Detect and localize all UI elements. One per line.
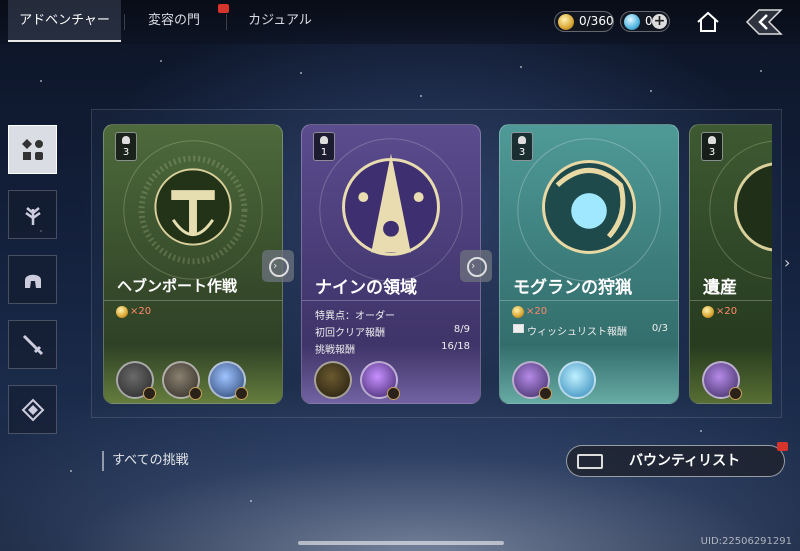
- card-title: ナインの領域: [315, 278, 417, 298]
- wishlist-reward-label: ウィッシュリスト報酬: [527, 327, 627, 338]
- tier-badge: 3: [701, 132, 723, 161]
- sword-icon: [22, 334, 44, 356]
- tier-number: 3: [122, 147, 130, 158]
- card-clip: 3 遺産 ×20: [689, 124, 772, 404]
- tier-badge: 3: [511, 132, 533, 161]
- bounty-list-button[interactable]: バウンティリスト: [566, 442, 788, 477]
- notification-badge: [218, 4, 229, 13]
- divider: [104, 300, 282, 301]
- cost: ×20: [512, 306, 547, 318]
- add-currency-button[interactable]: +: [652, 14, 667, 29]
- user-id: UID:22506291291: [700, 536, 792, 547]
- reward-item[interactable]: [208, 361, 248, 400]
- bounty-list-label: バウンティリスト: [629, 453, 741, 469]
- reward-item[interactable]: [116, 361, 156, 400]
- diamond-emblem-icon: [21, 398, 45, 422]
- wheat-icon: [25, 207, 41, 225]
- tab-casual[interactable]: カジュアル: [232, 0, 328, 42]
- sidebar-item-weapons[interactable]: [8, 320, 57, 369]
- helmet-icon: [25, 274, 41, 288]
- cost: ×20: [116, 306, 151, 318]
- home-indicator[interactable]: [298, 541, 504, 545]
- gold-coin-icon: [702, 306, 714, 318]
- tab-divider: [124, 14, 125, 30]
- divider: [690, 300, 772, 301]
- wishlist-reward-value: 0/3: [651, 323, 668, 334]
- card-title: ヘブンポート作戦: [117, 277, 238, 295]
- reward-item[interactable]: [702, 361, 742, 400]
- tier-badge: 1: [313, 132, 335, 161]
- first-clear-reward-value: 8/9: [453, 324, 470, 335]
- gold-coin-icon: [558, 14, 574, 30]
- sidebar-item-all[interactable]: [8, 125, 57, 174]
- adventure-card-legacy[interactable]: 3 遺産 ×20: [689, 124, 772, 404]
- list-icon: [513, 324, 524, 333]
- notification-badge: [777, 442, 788, 451]
- tab-gate-of-transformation[interactable]: 変容の門: [128, 0, 229, 42]
- chain-arrow-icon: ›: [460, 250, 492, 282]
- first-clear-reward-label: 初回クリア報酬: [315, 328, 385, 339]
- divider: [302, 300, 480, 301]
- cost-value: ×20: [716, 306, 738, 317]
- tab-adventure[interactable]: アドベンチャー: [8, 0, 121, 42]
- cost-value: ×20: [130, 306, 152, 317]
- wishlist-reward: ウィッシュリスト報酬: [513, 323, 627, 338]
- grid-icon: [22, 139, 43, 160]
- top-bar: アドベンチャー 変容の門 カジュアル 0/360 0 +: [0, 0, 800, 44]
- tier-number: 1: [320, 147, 328, 158]
- blue-currency[interactable]: 0 +: [620, 11, 670, 32]
- cost: ×20: [702, 306, 737, 318]
- weapon-type-icon: [189, 387, 202, 400]
- adventure-card-realm-of-nine[interactable]: 1 ナインの領域 特異点：オーダー 初回クリア報酬 8/9 挑戦報酬 16/18: [301, 124, 481, 404]
- scroll-right-icon[interactable]: ›: [784, 253, 790, 272]
- sidebar-item-emblem[interactable]: [8, 385, 57, 434]
- modifier-label: 特異点：オーダー: [315, 311, 395, 322]
- weapon-type-icon: [235, 387, 248, 400]
- gold-amount: 0/360: [579, 14, 614, 28]
- reward-item[interactable]: [162, 361, 202, 400]
- tab-label: アドベンチャー: [19, 13, 110, 28]
- helmet-type-icon: [729, 387, 742, 400]
- card-title: モグランの狩猟: [513, 278, 632, 298]
- ticket-icon: [577, 454, 603, 469]
- gold-currency[interactable]: 0/360: [554, 11, 614, 32]
- all-challenges-label[interactable]: すべての挑戦: [102, 451, 189, 471]
- gold-coin-icon: [116, 306, 128, 318]
- reward-item[interactable]: [360, 361, 400, 400]
- back-icon[interactable]: [745, 8, 783, 36]
- tab-divider: [226, 14, 227, 30]
- home-icon[interactable]: [694, 8, 722, 36]
- tab-label: カジュアル: [248, 13, 312, 28]
- reward-item[interactable]: [314, 361, 352, 399]
- helmet-type-icon: [387, 387, 400, 400]
- weapon-type-icon: [539, 387, 552, 400]
- adventure-card-moglan-hunt[interactable]: 3 モグランの狩猟 ×20 ウィッシュリスト報酬 0/3: [499, 124, 679, 404]
- reward-item[interactable]: [512, 361, 552, 400]
- tab-label: 変容の門: [147, 13, 200, 28]
- card-title: 遺産: [703, 278, 737, 298]
- weapon-type-icon: [143, 387, 156, 400]
- blue-coin-icon: [624, 14, 640, 30]
- adventure-card-heavenport[interactable]: 3 ヘブンポート作戦 ×20: [103, 124, 283, 404]
- tier-number: 3: [518, 147, 526, 158]
- sidebar-item-gathering[interactable]: [8, 190, 57, 239]
- tier-number: 3: [708, 147, 716, 158]
- reward-item[interactable]: [558, 361, 596, 399]
- chain-arrow-icon: ›: [262, 250, 294, 282]
- tier-badge: 3: [115, 132, 137, 161]
- divider: [500, 300, 678, 301]
- sidebar-item-armor[interactable]: [8, 255, 57, 304]
- gold-coin-icon: [512, 306, 524, 318]
- cost-value: ×20: [526, 306, 548, 317]
